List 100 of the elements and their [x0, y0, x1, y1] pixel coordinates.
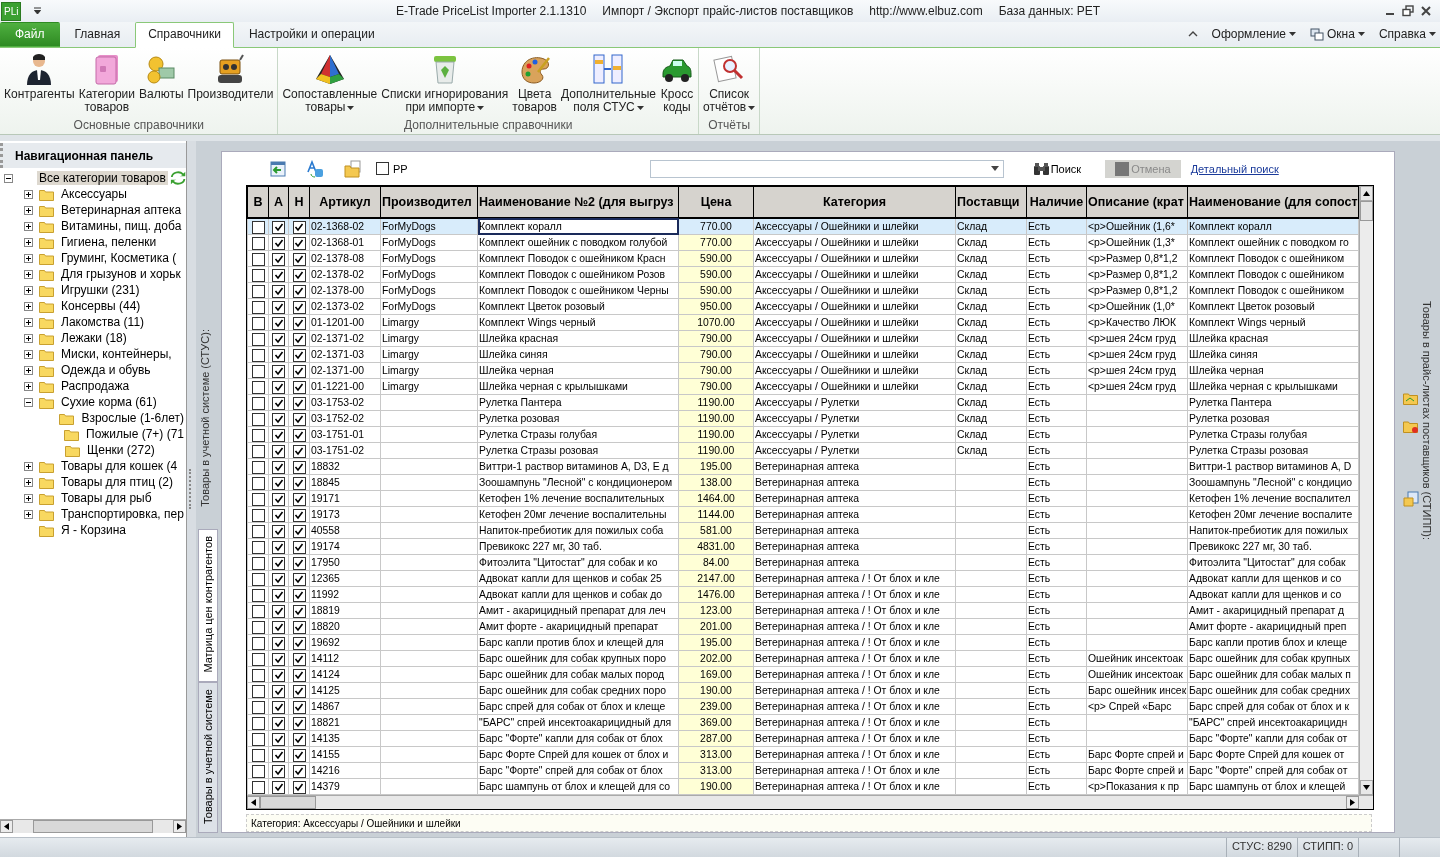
- checkbox[interactable]: [292, 300, 306, 314]
- expand-icon[interactable]: [24, 317, 33, 327]
- checkbox[interactable]: [251, 428, 265, 442]
- checkbox[interactable]: [272, 332, 285, 346]
- detail-search-link[interactable]: Детальный поиск: [1190, 162, 1279, 175]
- column-header[interactable]: Наименование (для сопост: [1187, 186, 1359, 219]
- checkbox[interactable]: [292, 556, 306, 570]
- column-header[interactable]: Описание (крат: [1086, 186, 1188, 219]
- checkbox[interactable]: [272, 700, 285, 714]
- table-row[interactable]: 03-1751-02 Рулетка Стразы розовая 1190.00 Аксессуары / Рулетки Склад Есть Рулетка Стразы розовая: [247, 442, 1359, 459]
- ribbon-button[interactable]: Список отчётов: [700, 52, 758, 114]
- tree-item[interactable]: Распродажа: [59, 379, 132, 393]
- checkbox[interactable]: [272, 604, 285, 618]
- tree-item[interactable]: Товары для кошек (4: [59, 459, 180, 473]
- expand-icon[interactable]: [24, 253, 33, 263]
- checkbox[interactable]: [272, 380, 285, 394]
- table-row[interactable]: 01-1221-00 Limargy Шлейка черная с крылышками 790.00 Аксессуары / Ошейники и шлейки Склад Есть <p>шея 24см груд Шлейка черная с крылышками: [247, 378, 1359, 395]
- checkbox[interactable]: [376, 162, 389, 176]
- table-row[interactable]: 02-1371-03 Limargy Шлейка синяя 790.00 Аксессуары / Ошейники и шлейки Склад Есть <p>шея 24см груд Шлейка синяя: [247, 346, 1359, 363]
- table-row[interactable]: 40558 Напиток-пребиотик для пожилых соба 581.00 Ветеринарная аптека Есть Напиток-пребиотик для пожилых: [247, 522, 1359, 539]
- tree-item[interactable]: Я - Корзина: [59, 523, 129, 537]
- checkbox[interactable]: [272, 716, 285, 730]
- checkbox[interactable]: [272, 492, 285, 506]
- table-row[interactable]: 14112 Барс ошейник для собак крупных поро 202.00 Ветеринарная аптека / ! От блох и кле Есть Ошейник инсектоак Барс ошейник для собак крупных: [247, 650, 1359, 667]
- ribbon-button[interactable]: Цвета товаров: [510, 52, 559, 114]
- checkbox[interactable]: [272, 268, 285, 282]
- table-row[interactable]: 14379 Барс шампунь от блох и клещей для со 190.00 Ветеринарная аптека / ! От блох и кле Есть <p>Показания к пр Барс шампунь от блох и клещей: [247, 778, 1359, 795]
- checkbox[interactable]: [292, 252, 306, 266]
- table-row[interactable]: 19173 Кетофен 20мг лечение воспалительны 1144.00 Ветеринарная аптека Есть Кетофен 20мг лечение воспалите: [247, 506, 1359, 523]
- checkbox[interactable]: [292, 460, 306, 474]
- scroll-left-icon[interactable]: [4, 823, 9, 830]
- table-row[interactable]: 14155 Барс Форте Спрей для кошек от блох и 313.00 Ветеринарная аптека / ! От блох и кле Есть Барс Форте спрей и Барс Форте Спрей для кошек от: [247, 746, 1359, 763]
- ribbon-button[interactable]: Списки игнорирования при импорте: [379, 52, 511, 114]
- checkbox[interactable]: [251, 604, 265, 618]
- table-row[interactable]: 17950 Фитоэлита "Цитостат" для собак и ко 84.00 Ветеринарная аптека Есть Фитоэлита "Цитостат" для собак: [247, 554, 1359, 571]
- tree-item[interactable]: Товары для рыб: [59, 491, 154, 505]
- table-row[interactable]: 02-1371-00 Limargy Шлейка черная 790.00 Аксессуары / Ошейники и шлейки Склад Есть <p>шея 24см груд Шлейка черная: [247, 362, 1359, 379]
- tree-item[interactable]: Все категории товаров: [37, 171, 168, 185]
- column-header[interactable]: Наличие: [1026, 186, 1087, 219]
- checkbox[interactable]: [292, 268, 306, 282]
- checkbox[interactable]: [272, 252, 285, 266]
- expand-icon[interactable]: [24, 349, 33, 359]
- checkbox[interactable]: [251, 524, 265, 538]
- checkbox[interactable]: [251, 540, 265, 554]
- menu-button[interactable]: Оформление: [1205, 27, 1297, 41]
- tree-item[interactable]: Лакомства (11): [59, 315, 147, 329]
- checkbox[interactable]: [292, 380, 306, 394]
- table-row[interactable]: 11992 Адвокат капли для щенков и собак до 1476.00 Ветеринарная аптека / ! От блох и кле Есть Адвокат капли для щенков и со: [247, 586, 1359, 603]
- checkbox[interactable]: [251, 236, 265, 250]
- side-tab[interactable]: Товары в учетной системе: [197, 681, 218, 833]
- tree-item[interactable]: Транспортировка, пер: [59, 507, 186, 521]
- tree-item[interactable]: Аксессуары: [59, 187, 129, 201]
- checkbox[interactable]: [251, 460, 265, 474]
- checkbox[interactable]: [292, 348, 306, 362]
- tree-item[interactable]: Игрушки (231): [59, 283, 142, 297]
- checkbox[interactable]: [292, 588, 306, 602]
- checkbox[interactable]: [251, 716, 265, 730]
- tree-item[interactable]: Гигиена, пеленки: [59, 235, 159, 249]
- checkbox[interactable]: [292, 748, 306, 762]
- expand-icon[interactable]: [24, 285, 33, 295]
- table-row[interactable]: 03-1752-02 Рулетка розовая 1190.00 Аксессуары / Рулетки Склад Есть Рулетка розовая: [247, 410, 1359, 427]
- checkbox[interactable]: [272, 300, 285, 314]
- checkbox[interactable]: [251, 492, 265, 506]
- expand-icon[interactable]: [24, 477, 33, 487]
- expand-icon[interactable]: [24, 333, 33, 343]
- dropdown-icon[interactable]: [33, 7, 43, 15]
- checkbox[interactable]: [272, 556, 285, 570]
- table-row[interactable]: 01-1201-00 Limargy Комплект Wings черный 1070.00 Аксессуары / Ошейники и шлейки Склад Есть <p>Качество ЛЮК Комплект Wings черный: [247, 314, 1359, 331]
- checkbox[interactable]: [292, 316, 306, 330]
- checkbox[interactable]: [292, 412, 306, 426]
- scroll-up-icon[interactable]: [1363, 191, 1370, 197]
- checkbox[interactable]: [272, 620, 285, 634]
- checkbox[interactable]: [251, 476, 265, 490]
- collapse-icon[interactable]: [4, 173, 13, 183]
- checkbox[interactable]: [272, 348, 285, 362]
- checkbox[interactable]: [251, 748, 265, 762]
- expand-icon[interactable]: [24, 269, 33, 279]
- table-row[interactable]: 12365 Адвокат капли для щенков и собак 25 2147.00 Ветеринарная аптека / ! От блох и кле Есть Адвокат капли для щенков и со: [247, 570, 1359, 587]
- checkbox[interactable]: [292, 476, 306, 490]
- column-header[interactable]: В: [247, 186, 269, 219]
- checkbox[interactable]: [292, 508, 306, 522]
- checkbox[interactable]: [292, 444, 306, 458]
- expand-icon[interactable]: [24, 237, 33, 247]
- checkbox[interactable]: [292, 604, 306, 618]
- table-row[interactable]: 14125 Барс ошейник для собак средних поро 190.00 Ветеринарная аптека / ! От блох и кле Есть Барс ошейник инсек Барс ошейник для собак средних: [247, 682, 1359, 699]
- ribbon-tab[interactable]: Главная: [61, 22, 134, 47]
- expand-icon[interactable]: [24, 205, 33, 215]
- dropdown-icon[interactable]: [990, 166, 999, 172]
- checkbox[interactable]: [251, 380, 265, 394]
- tree-item[interactable]: Взрослые (1-6лет): [79, 411, 186, 425]
- table-row[interactable]: 18821 "БАРС" спрей инсектоакарицидный для 369.00 Ветеринарная аптека / ! От блох и кле Есть "БАРС" спрей инсектоакарицидн: [247, 714, 1359, 731]
- checkbox[interactable]: [272, 236, 285, 250]
- ribbon-tab[interactable]: Настройки и операции: [235, 22, 388, 47]
- checkbox[interactable]: [272, 316, 285, 330]
- table-row[interactable]: 18832 Виттри-1 раствор витаминов А, D3, Е д 195.00 Ветеринарная аптека Есть Виттри-1 раствор витаминов А, D: [247, 458, 1359, 475]
- search-button[interactable]: Поиск: [1027, 161, 1088, 176]
- checkbox[interactable]: [251, 444, 265, 458]
- tree-item[interactable]: Груминг, Косметика (: [59, 251, 179, 265]
- checkbox[interactable]: [272, 508, 285, 522]
- expand-icon[interactable]: [24, 493, 33, 503]
